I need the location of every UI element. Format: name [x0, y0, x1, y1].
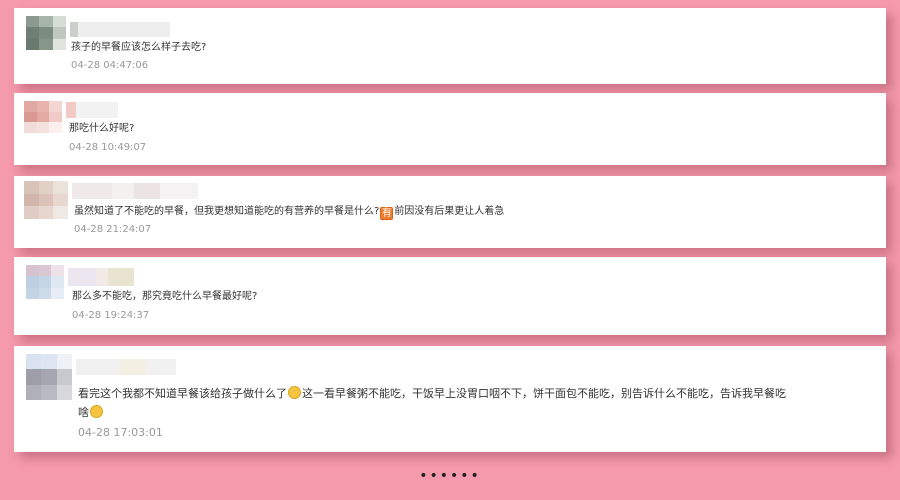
comment-time: 04-28 04:47:06: [71, 60, 149, 71]
thinking-face-icon: [90, 405, 103, 418]
username-blurred[interactable]: [72, 183, 198, 199]
avatar[interactable]: [26, 354, 72, 400]
comment-text-part-2: 前因没有后果更让人着急: [394, 206, 505, 217]
comment-card-3: 虽然知道了不能吃的早餐，但我更想知道能吃的有营养的早餐是什么? 有前因没有后果更让…: [14, 176, 886, 248]
avatar[interactable]: [26, 16, 66, 50]
avatar[interactable]: [26, 265, 64, 299]
comment-time: 04-28 17:03:01: [78, 426, 163, 439]
comment-card-5: 看完这个我都不知道早餐该给孩子做什么了 这一看早餐粥不能吃，干饭早上没胃口咽不下，…: [14, 346, 886, 452]
username-blurred[interactable]: [76, 359, 176, 375]
comment-text: 那吃什么好呢?: [69, 123, 135, 134]
username-blurred[interactable]: [70, 22, 170, 37]
avatar[interactable]: [24, 181, 68, 219]
comment-text: 虽然知道了不能吃的早餐，但我更想知道能吃的有营养的早餐是什么? 有前因没有后果更让…: [74, 204, 504, 220]
comment-card-4: 那么多不能吃，那究竟吃什么早餐最好呢? 04-28 19:24:37: [14, 257, 886, 335]
comment-text: 看完这个我都不知道早餐该给孩子做什么了 这一看早餐粥不能吃，干饭早上没胃口咽不下，…: [78, 384, 868, 422]
you-badge-icon: 有: [380, 207, 394, 220]
comment-time: 04-28 10:49:07: [69, 142, 147, 153]
comment-text-part-1: 看完这个我都不知道早餐该给孩子做什么了: [78, 387, 287, 400]
comment-card-1: 孩子的早餐应该怎么样子去吃? 04-28 04:47:06: [14, 8, 886, 84]
comment-text-part-2: 这一看早餐粥不能吃，干饭早上没胃口咽不下，饼干面包不能吃，别告诉什么不能吃，告诉…: [302, 387, 786, 400]
more-indicator: ••••••: [419, 468, 481, 484]
username-blurred[interactable]: [68, 268, 134, 286]
comment-time: 04-28 21:24:07: [74, 224, 152, 235]
comment-text: 孩子的早餐应该怎么样子去吃?: [71, 42, 207, 53]
comment-card-2: 那吃什么好呢? 04-28 10:49:07: [14, 93, 886, 165]
comment-text: 那么多不能吃，那究竟吃什么早餐最好呢?: [72, 291, 258, 302]
avatar[interactable]: [24, 101, 62, 133]
confused-face-icon: [288, 386, 301, 399]
comment-text-part-3: 啥: [78, 406, 89, 419]
comment-time: 04-28 19:24:37: [72, 310, 150, 321]
username-blurred[interactable]: [66, 102, 118, 118]
comment-text-part-1: 虽然知道了不能吃的早餐，但我更想知道能吃的有营养的早餐是什么?: [74, 206, 380, 217]
